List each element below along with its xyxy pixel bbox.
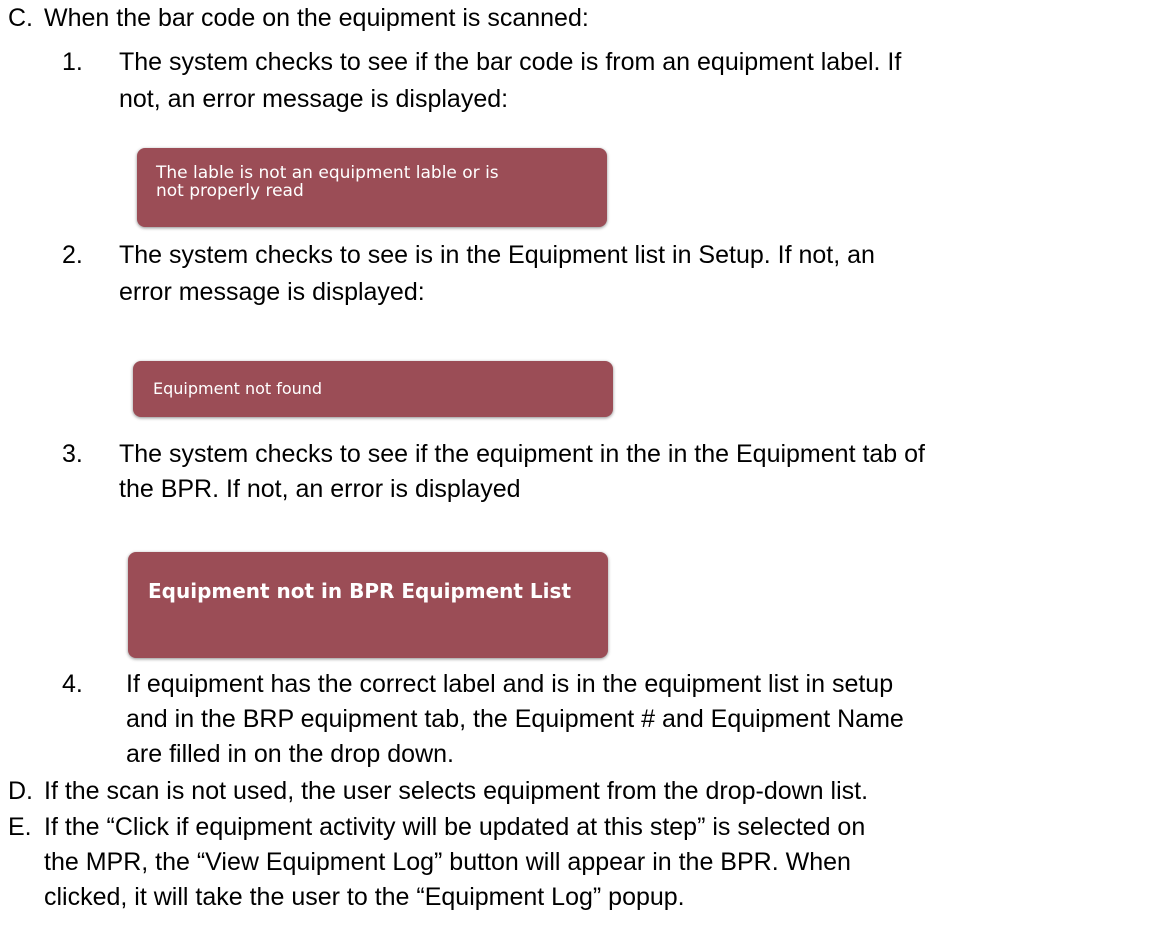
item-e-marker: E.	[8, 813, 32, 841]
item-e-line1: If the “Click if equipment activity will…	[44, 813, 866, 841]
sub2-marker: 2.	[62, 241, 83, 269]
item-d-text: If the scan is not used, the user select…	[44, 777, 869, 805]
sub4-line3: are filled in on the drop down.	[126, 740, 454, 768]
sub4-line2: and in the BRP equipment tab, the Equipm…	[126, 705, 904, 733]
error-toast-equipment-not-found-text: Equipment not found	[153, 379, 323, 398]
sub4-line1: If equipment has the correct label and i…	[126, 670, 894, 698]
error-toast-label-invalid-text: The lable is not an equipment lable or i…	[156, 163, 499, 201]
sub2-line1: The system checks to see is in the Equip…	[119, 241, 875, 269]
item-d-marker: D.	[8, 777, 33, 805]
error-toast-not-in-bpr-list: Equipment not in BPR Equipment List	[128, 552, 608, 658]
sub4-marker: 4.	[62, 670, 83, 698]
error-toast-label-invalid: The lable is not an equipment lable or i…	[137, 148, 607, 227]
sub3-line1: The system checks to see if the equipmen…	[119, 440, 926, 468]
item-c-marker: C.	[8, 4, 33, 32]
error-toast-equipment-not-found: Equipment not found	[133, 361, 613, 417]
sub2-line2: error message is displayed:	[119, 278, 425, 306]
item-c-text: When the bar code on the equipment is sc…	[44, 4, 589, 32]
sub3-line2: the BPR. If not, an error is displayed	[119, 475, 521, 503]
item-e-line2: the MPR, the “View Equipment Log” button…	[44, 848, 851, 876]
sub1-line1: The system checks to see if the bar code…	[119, 48, 902, 76]
sub1-marker: 1.	[62, 48, 83, 76]
sub3-marker: 3.	[62, 440, 83, 468]
sub1-line2: not, an error message is displayed:	[119, 85, 509, 113]
item-e-line3: clicked, it will take the user to the “E…	[44, 883, 685, 911]
error-toast-not-in-bpr-list-text: Equipment not in BPR Equipment List	[148, 579, 571, 603]
